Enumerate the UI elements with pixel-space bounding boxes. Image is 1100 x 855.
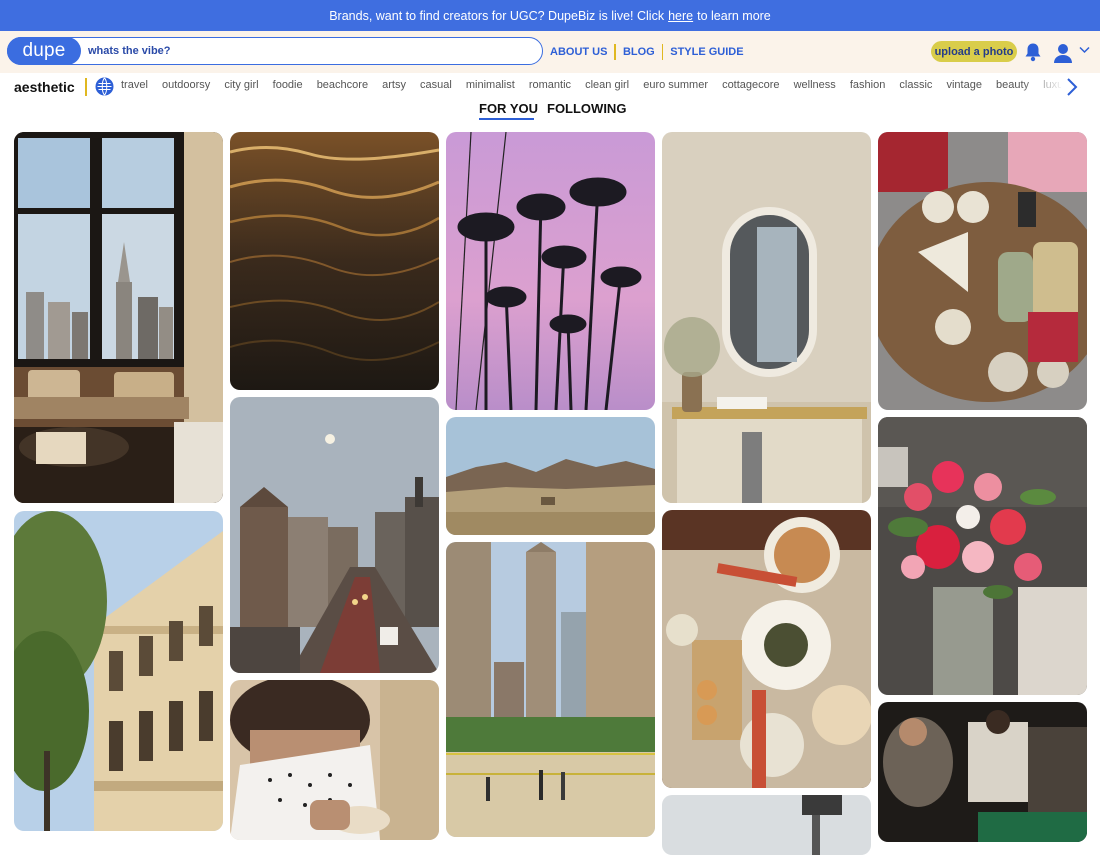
photo-tile-woman-polka-dot-top[interactable] [230,680,439,840]
photo-tile-sunset-water[interactable] [230,132,439,390]
photo-tile-skyscrapers-beach-volleyball[interactable] [446,542,655,837]
photo-tile-pink-flower-bouquet[interactable] [878,417,1087,695]
photo-tile-cafe-awning[interactable] [662,795,871,855]
photo-tile-palm-trees-pink-sky[interactable] [446,132,655,410]
photo-tile-people-pool-table[interactable] [878,702,1087,842]
photo-tile-desert-mountains[interactable] [446,417,655,535]
photo-grid [0,0,1100,855]
photo-tile-city-window-apartment[interactable] [14,132,223,503]
photo-tile-outdoor-table-drinks[interactable] [878,132,1087,410]
photo-tile-mirror-vanity[interactable] [662,132,871,503]
photo-tile-city-street-dusk[interactable] [230,397,439,673]
photo-tile-classic-building[interactable] [14,511,223,831]
photo-tile-dinner-table-overhead[interactable] [662,510,871,788]
